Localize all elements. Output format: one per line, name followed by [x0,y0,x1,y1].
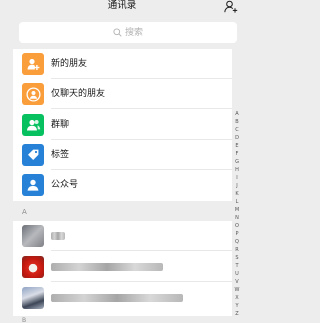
contact-row[interactable] [13,283,232,313]
official-account-icon [22,174,44,196]
index-letter[interactable]: H [232,166,242,174]
blurred-name [51,263,163,271]
section-header-a: A [13,203,232,221]
index-letter[interactable]: D [232,134,242,142]
alphabet-index-bar[interactable]: A B C D E F G H I J K L M N O P Q R S T … [232,110,242,318]
index-letter[interactable]: Q [232,238,242,246]
index-letter[interactable]: S [232,254,242,262]
index-letter[interactable]: Y [232,302,242,310]
index-letter[interactable]: F [232,150,242,158]
function-label: 仅聊天的朋友 [51,89,106,99]
index-letter[interactable]: O [232,222,242,230]
new-friends-item[interactable]: 新的朋友 [13,49,232,79]
section-letter: A [22,208,27,216]
divider [51,281,232,282]
index-letter[interactable]: T [232,262,242,270]
blurred-name [51,232,65,240]
index-letter[interactable]: M [232,206,242,214]
search-input[interactable]: 搜索 [19,22,237,43]
official-accounts-item[interactable]: 公众号 [13,170,232,200]
index-letter[interactable]: W [232,286,242,294]
group-chats-item[interactable]: 群聊 [13,110,232,140]
index-letter[interactable]: X [232,294,242,302]
function-label: 公众号 [51,180,79,190]
divider [51,250,232,251]
function-label: 新的朋友 [51,59,88,69]
tags-item[interactable]: 标签 [13,140,232,170]
index-letter[interactable]: N [232,214,242,222]
index-letter[interactable]: B [232,118,242,126]
index-letter[interactable]: L [232,198,242,206]
function-list: 新的朋友 仅聊天的朋友 群聊 标签 公众号 [13,49,232,201]
index-letter[interactable]: G [232,158,242,166]
section-letter: B [22,317,27,323]
index-letter[interactable]: V [232,278,242,286]
index-letter[interactable]: C [232,126,242,134]
avatar [22,225,44,247]
group-chat-icon [22,114,44,136]
chat-only-friends-item[interactable]: 仅聊天的朋友 [13,79,232,109]
tag-icon [22,144,44,166]
search-placeholder: 搜索 [124,27,143,38]
index-letter[interactable]: I [232,174,242,182]
section-header-b: B [13,316,232,323]
function-label: 标签 [51,150,70,160]
chat-only-friends-icon [22,83,44,105]
divider [51,108,232,109]
index-letter[interactable]: A [232,110,242,118]
index-letter[interactable]: P [232,230,242,238]
avatar [22,256,44,278]
index-letter[interactable]: R [232,246,242,254]
add-contact-icon[interactable] [224,0,238,13]
index-letter[interactable]: K [232,190,242,198]
contact-row[interactable] [13,221,232,251]
new-friend-icon [22,53,44,75]
index-letter[interactable]: Z [232,310,242,318]
avatar [22,287,44,309]
contact-row[interactable] [13,252,232,282]
header-bar: 通讯录 [0,0,244,20]
contact-list [13,221,232,316]
index-letter[interactable]: E [232,142,242,150]
page-title: 通讯录 [107,0,137,11]
blurred-name [51,294,183,302]
function-label: 群聊 [51,120,70,130]
search-icon [113,28,122,37]
index-letter[interactable]: U [232,270,242,278]
index-letter[interactable]: J [232,182,242,190]
